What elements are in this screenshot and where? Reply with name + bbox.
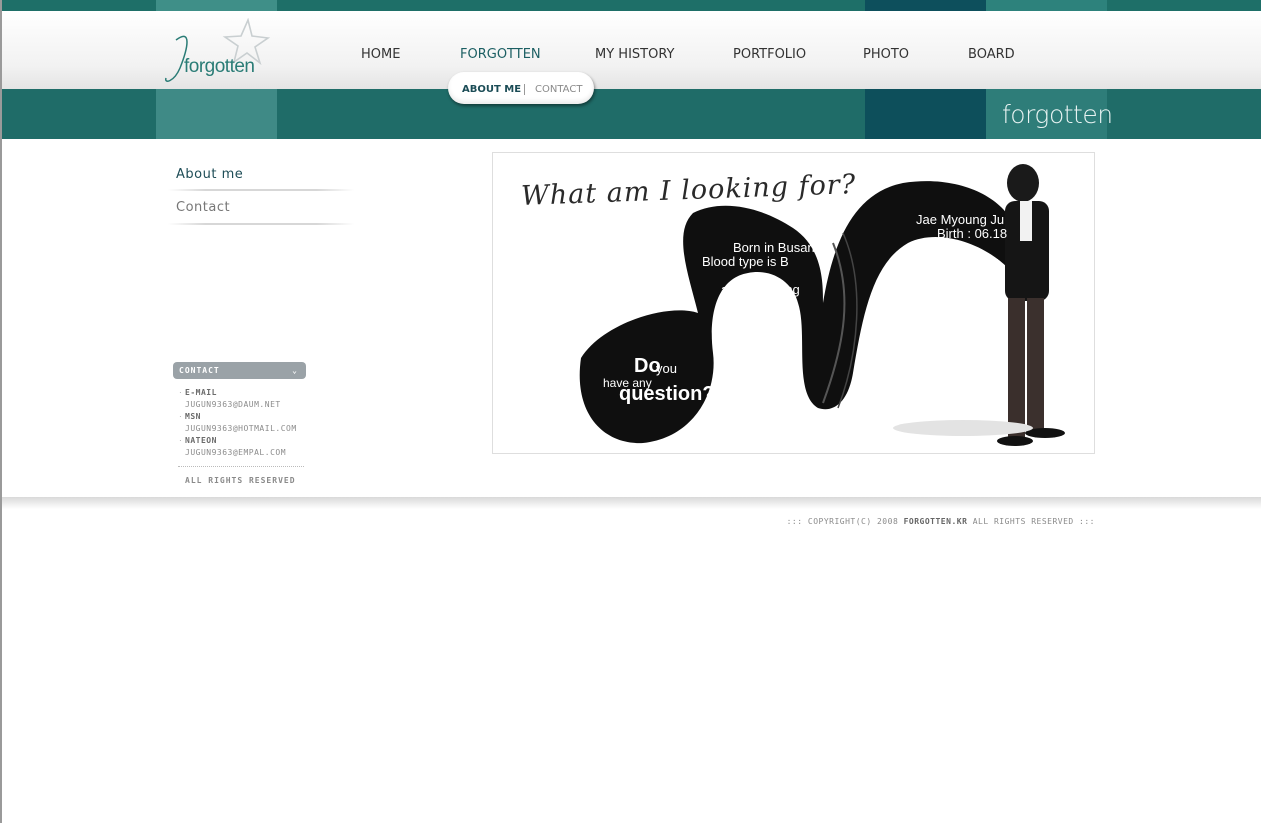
bullet-icon: · [179, 412, 182, 421]
subnav-about-me[interactable]: ABOUT ME [462, 84, 521, 95]
sidebar-rights: ALL RIGHTS RESERVED [185, 476, 296, 485]
nav-photo[interactable]: PHOTO [863, 47, 909, 62]
logo-text: forgotten [184, 56, 255, 77]
copyright-prefix: ::: COPYRIGHT(C) 2008 [786, 517, 899, 526]
hero-line-name: Jae Myoung Ju [916, 212, 1005, 227]
sidebar-divider [168, 189, 354, 191]
chevron-down-icon: ⌄ [292, 366, 298, 375]
contact-value-msn[interactable]: JUGUN9363@HOTMAIL.COM [185, 424, 297, 433]
copyright-site[interactable]: FORGOTTEN.KR [904, 517, 968, 526]
contact-box: CONTACT ⌄ [173, 362, 308, 379]
contact-label-nateon: NATEON [185, 436, 217, 445]
contact-value-email[interactable]: JUGUN9363@DAUM.NET [185, 400, 281, 409]
nav-forgotten[interactable]: FORGOTTEN [460, 47, 541, 62]
hero-line-nothing: and....nothing [721, 282, 800, 297]
band-block-2 [865, 89, 986, 139]
top-strip-accent-2 [986, 0, 1107, 11]
contact-header[interactable]: CONTACT ⌄ [173, 362, 306, 379]
contact-title: CONTACT [179, 366, 220, 375]
subnav-divider [524, 84, 525, 95]
band-title: forgotten [1002, 100, 1113, 129]
copyright-suffix: ALL RIGHTS RESERVED ::: [972, 517, 1095, 526]
band-block-1 [156, 89, 277, 139]
footer-divider [2, 497, 1261, 509]
hero-line-job: Web Designer [916, 254, 999, 269]
contact-value-nateon[interactable]: JUGUN9363@EMPAL.COM [185, 448, 286, 457]
nav-portfolio[interactable]: PORTFOLIO [733, 47, 806, 62]
top-strip [2, 0, 1261, 11]
hero-line-born: Born in Busan [733, 240, 815, 255]
bullet-icon: · [179, 436, 182, 445]
top-strip-accent-dark [865, 0, 986, 11]
hero-q-question: question? [619, 383, 715, 405]
hero-line-birth: Birth : 06.18 [937, 226, 1008, 241]
contact-divider [178, 466, 304, 467]
hero-line-blood: Blood type is B [702, 254, 789, 269]
contact-label-email: E-MAIL [185, 388, 217, 397]
nav-board[interactable]: BOARD [968, 47, 1015, 62]
nav-my-history[interactable]: MY HISTORY [595, 47, 674, 62]
sidebar-link-contact[interactable]: Contact [176, 200, 230, 215]
contact-label-msn: MSN [185, 412, 201, 421]
hero-banner: What am I looking for? Born in Busan Blo… [492, 152, 1095, 454]
bullet-icon: · [179, 388, 182, 397]
sidebar-link-about-me[interactable]: About me [176, 167, 243, 182]
site-logo[interactable]: forgotten [162, 18, 272, 88]
hero-q-you: you [656, 361, 677, 376]
top-strip-accent [156, 0, 277, 11]
sidebar-divider [168, 223, 354, 225]
nav-home[interactable]: HOME [361, 47, 400, 62]
subnav-contact[interactable]: CONTACT [535, 84, 582, 95]
footer-copyright: ::: COPYRIGHT(C) 2008 FORGOTTEN.KR ALL R… [787, 517, 1095, 526]
